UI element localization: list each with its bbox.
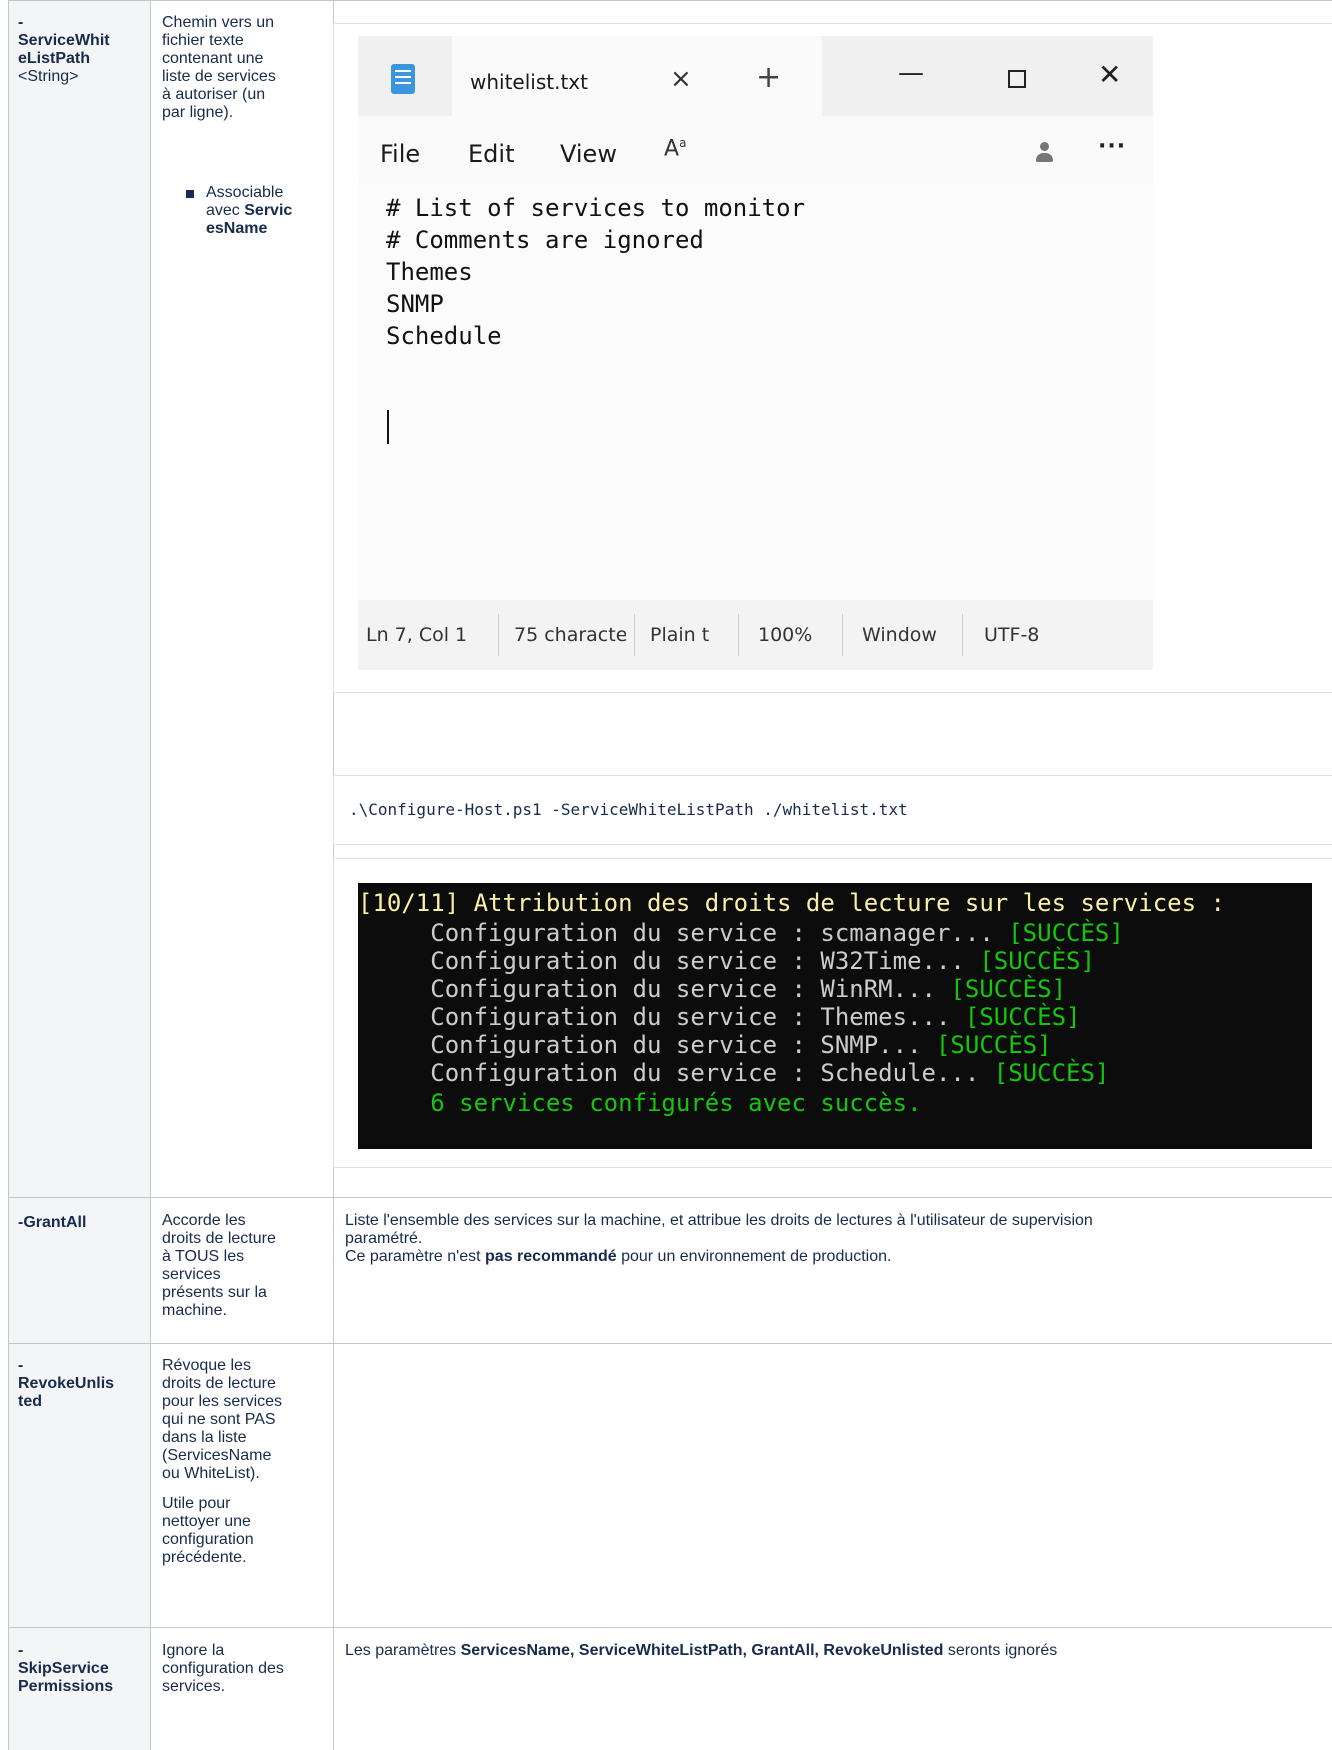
account-icon[interactable] — [1034, 142, 1054, 164]
new-tab-icon[interactable]: + — [756, 60, 781, 95]
editor-line: # Comments are ignored — [386, 226, 704, 254]
close-tab-icon[interactable]: × — [670, 64, 692, 94]
status-format[interactable]: Plain t — [650, 624, 714, 646]
console-line: Configuration du service : Themes... [SU… — [358, 1003, 1081, 1031]
console-summary: 6 services configurés avec succès. — [358, 1089, 922, 1117]
bullet-marker — [186, 190, 194, 198]
menu-file[interactable]: File — [380, 140, 420, 168]
param-name-revokeunlisted: - RevokeUnlis ted — [18, 1357, 115, 1410]
command-code-block: .\Configure-Host.ps1 -ServiceWhiteListPa… — [333, 775, 1332, 845]
param-name-grantall: -GrantAll — [18, 1214, 87, 1231]
notepad-menubar: File Edit View Aa ··· — [358, 116, 1153, 182]
console-output: [10/11] Attribution des droits de lectur… — [358, 883, 1312, 1149]
status-characters: 75 characte — [514, 624, 626, 646]
command-text: .\Configure-Host.ps1 -ServiceWhiteListPa… — [349, 800, 908, 819]
param-name-servicewhitelistpath: - ServiceWhit eListPath — [18, 14, 110, 67]
console-header: [10/11] Attribution des droits de lectur… — [358, 889, 1225, 917]
param-details: Les paramètres ServicesName, ServiceWhit… — [345, 1642, 1058, 1659]
console-line: Configuration du service : SNMP... [SUCC… — [358, 1031, 1052, 1059]
param-description: Ignore la configuration des services. — [162, 1642, 284, 1695]
status-line-ending[interactable]: Window — [862, 624, 938, 646]
param-column-bg — [8, 0, 150, 1750]
font-format-icon[interactable]: Aa — [664, 136, 686, 161]
console-line: Configuration du service : Schedule... [… — [358, 1059, 1110, 1087]
param-description: Chemin vers un fichier texte contenant u… — [162, 14, 276, 121]
notepad-window: whitelist.txt × + — ✕ File Edit View Aa … — [358, 36, 1153, 670]
editor-line: # List of services to monitor — [386, 194, 806, 222]
editor-line: Schedule — [386, 322, 502, 350]
notepad-tab-title: whitelist.txt — [470, 70, 588, 94]
more-options-icon[interactable]: ··· — [1098, 134, 1126, 159]
maximize-icon[interactable] — [1008, 70, 1026, 88]
editor-line: SNMP — [386, 290, 444, 318]
param-details: Liste l'ensemble des services sur la mac… — [345, 1212, 1093, 1265]
param-description: Accorde les droits de lecture à TOUS les… — [162, 1212, 276, 1319]
parameters-table: - ServiceWhit eListPath <String> Chemin … — [0, 0, 1332, 1750]
notepad-file-icon — [391, 64, 415, 94]
notepad-titlebar: whitelist.txt × + — ✕ — [358, 36, 1153, 116]
menu-view[interactable]: View — [560, 140, 617, 168]
minimize-icon[interactable]: — — [898, 58, 924, 88]
status-zoom[interactable]: 100% — [758, 624, 812, 646]
bullet-associable: Associable avec Servic esName — [206, 184, 293, 237]
editor-line: Themes — [386, 258, 473, 286]
console-line: Configuration du service : scmanager... … — [358, 919, 1124, 947]
notepad-editor[interactable]: # List of services to monitor # Comments… — [358, 182, 1153, 600]
console-line: Configuration du service : W32Time... [S… — [358, 947, 1095, 975]
param-type: <String> — [18, 68, 79, 85]
status-encoding[interactable]: UTF-8 — [984, 624, 1039, 646]
menu-edit[interactable]: Edit — [468, 140, 514, 168]
notepad-statusbar: Ln 7, Col 1 75 characte Plain t 100% Win… — [358, 600, 1153, 670]
text-caret — [387, 410, 389, 444]
param-name-skipservicepermissions: - SkipService Permissions — [18, 1642, 114, 1695]
console-line: Configuration du service : WinRM... [SUC… — [358, 975, 1067, 1003]
status-position: Ln 7, Col 1 — [366, 624, 468, 646]
close-window-icon[interactable]: ✕ — [1098, 58, 1121, 91]
param-description: Révoque les droits de lecture pour les s… — [162, 1357, 283, 1566]
